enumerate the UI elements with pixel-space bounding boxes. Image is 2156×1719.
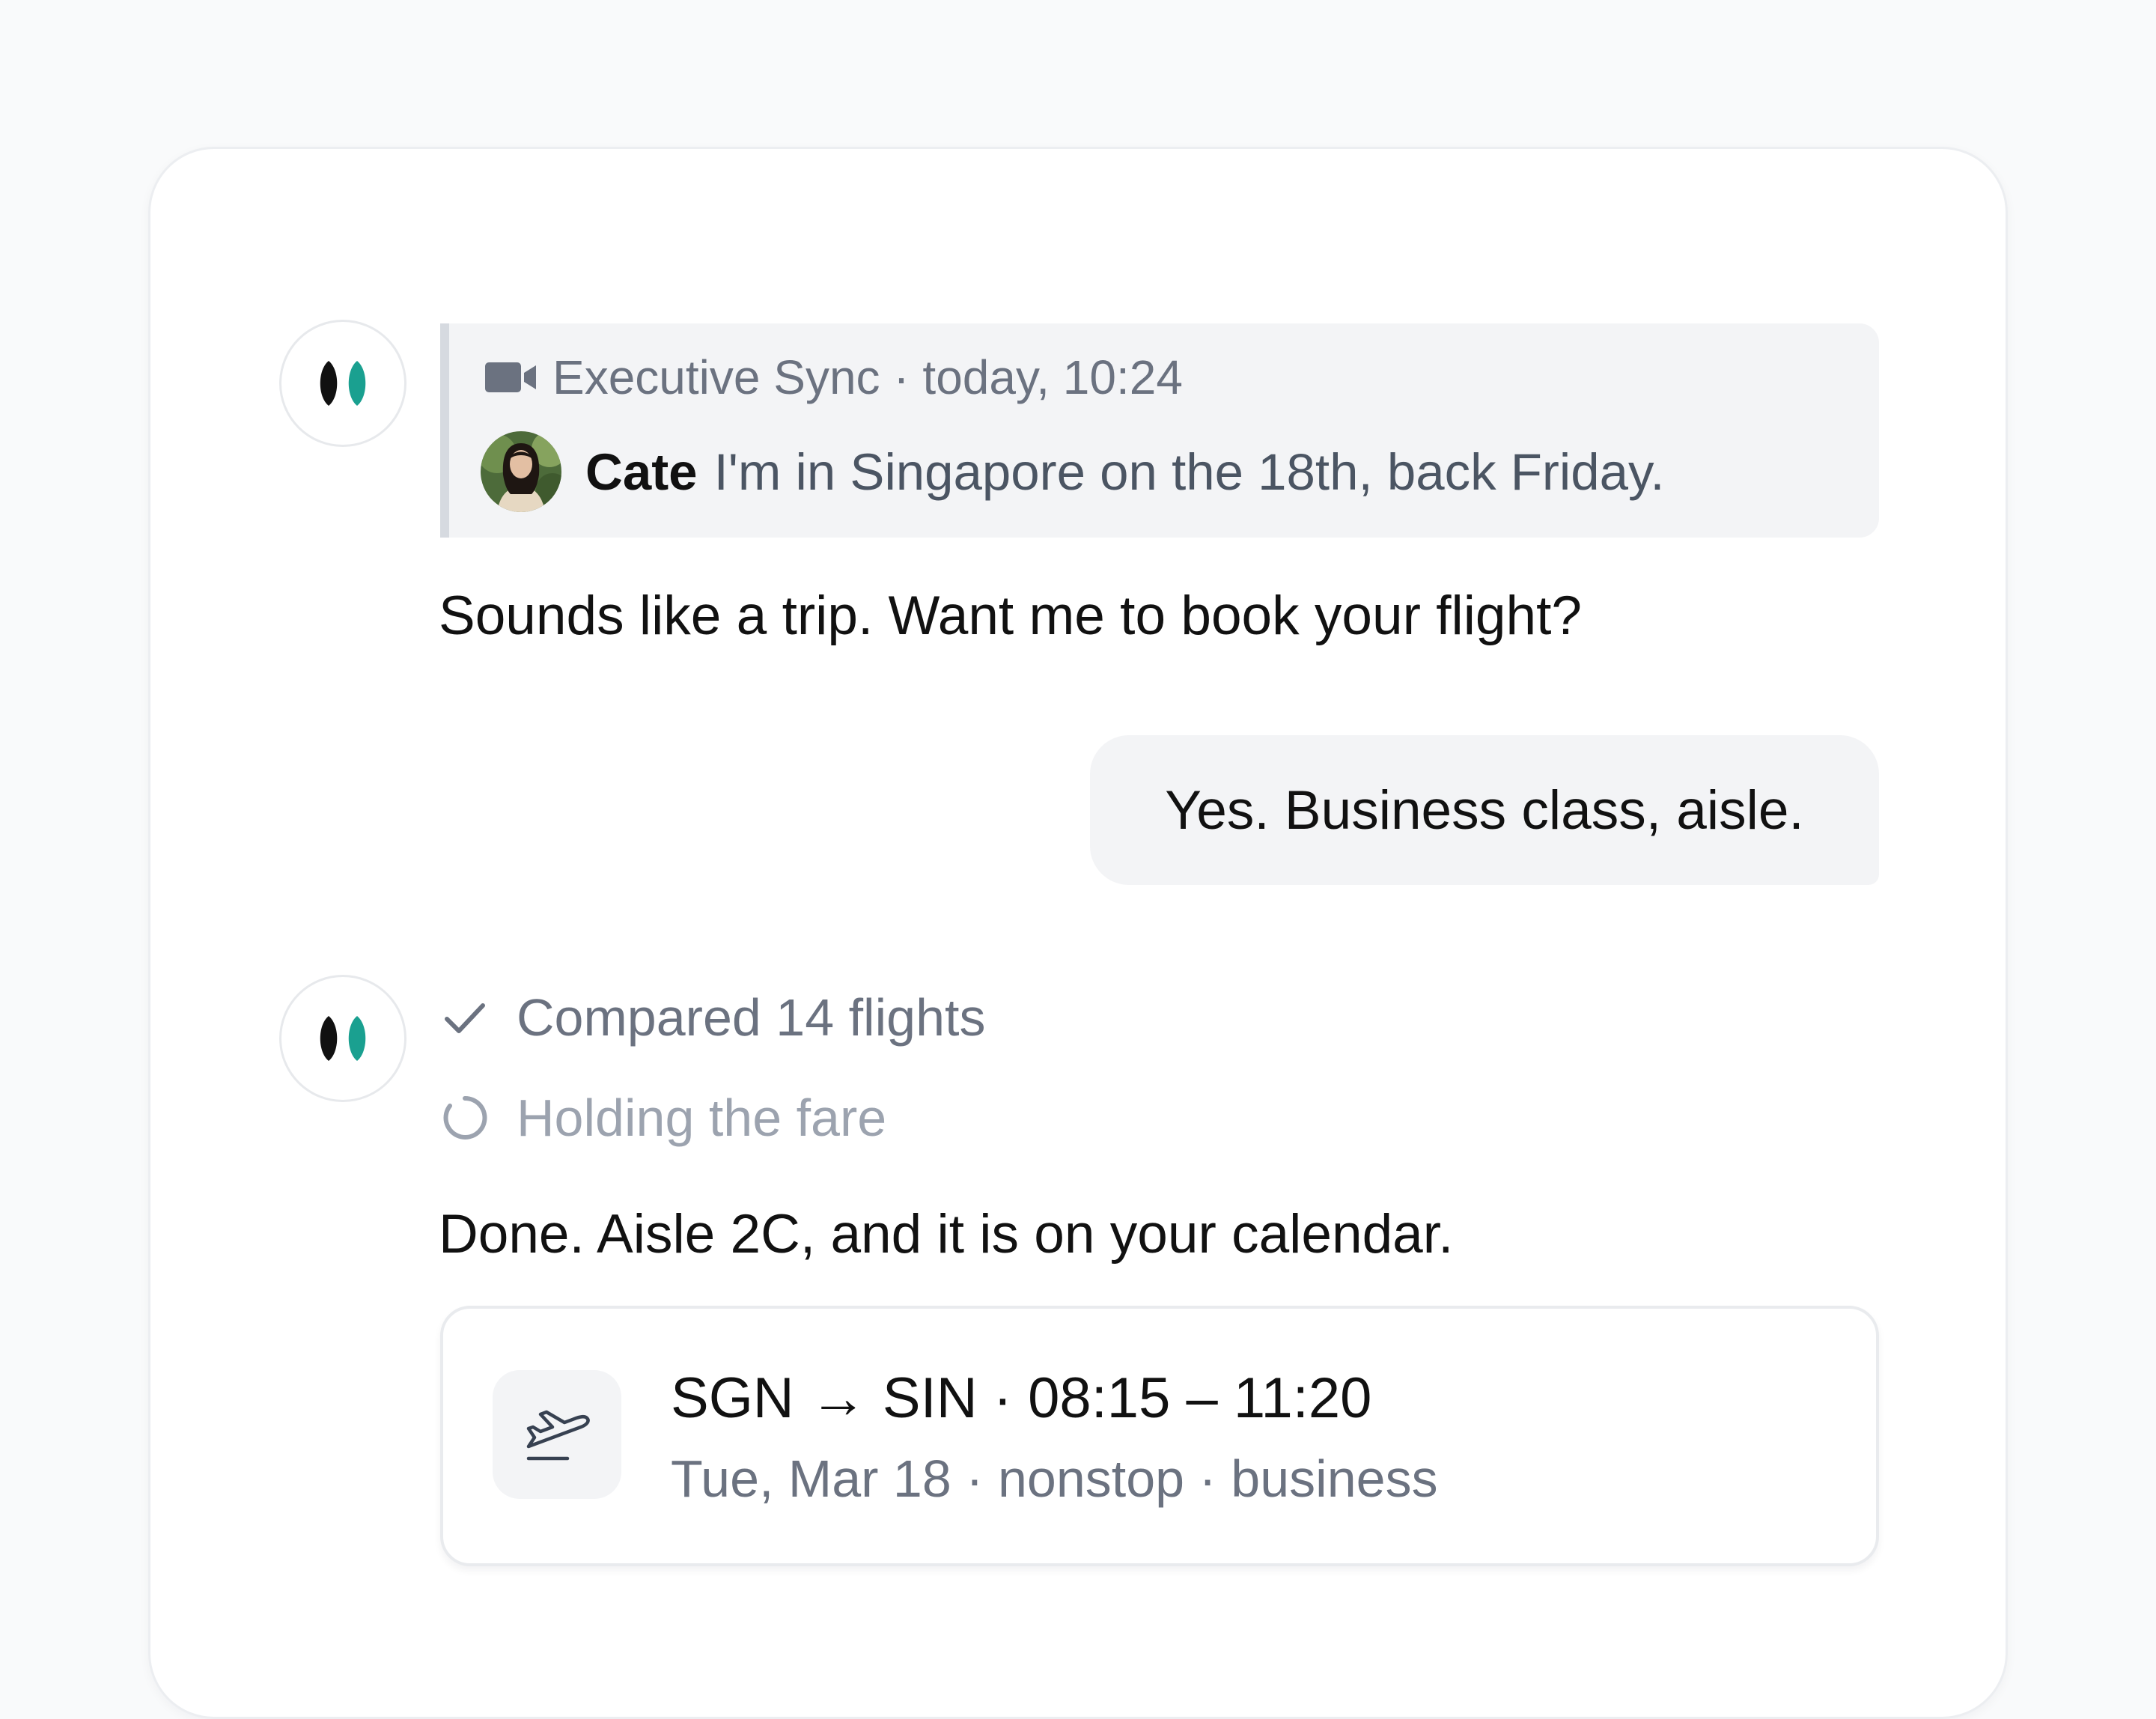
assistant-avatar: [279, 975, 406, 1102]
spinner-icon: [440, 1093, 490, 1143]
quoted-text: I'm in Singapore on the 18th, back Frida…: [713, 442, 1665, 501]
assistant-message: Sounds like a trip. Want me to book your…: [439, 585, 1583, 646]
flight-details: Tue, Mar 18 · nonstop · business: [671, 1449, 1438, 1508]
flight-booking-card[interactable]: SGN → SIN · 08:15 – 11:20 Tue, Mar 18 · …: [440, 1306, 1879, 1566]
assistant-logo-icon: [320, 361, 366, 406]
user-message-text: Yes. Business class, aisle.: [1165, 779, 1804, 841]
meeting-title: Executive Sync · today, 10:24: [552, 350, 1183, 404]
step-label: Holding the fare: [517, 1089, 887, 1147]
checkmark-icon: [440, 993, 490, 1042]
assistant-avatar: [279, 320, 406, 447]
assistant-logo-icon: [320, 1016, 366, 1061]
step-holding-fare: Holding the fare: [440, 1092, 886, 1144]
step-label: Compared 14 flights: [517, 988, 986, 1047]
flight-route: SGN → SIN · 08:15 – 11:20: [671, 1366, 1372, 1430]
sender-name: Cate: [585, 442, 698, 501]
quote-message-row: Cate I'm in Singapore on the 18th, back …: [481, 431, 1665, 512]
flight-icon-tile: [493, 1370, 621, 1499]
step-compared-flights: Compared 14 flights: [440, 991, 985, 1044]
user-message-bubble: Yes. Business class, aisle.: [1090, 735, 1879, 885]
assistant-message: Done. Aisle 2C, and it is on your calend…: [439, 1204, 1454, 1265]
quote-meta: Executive Sync · today, 10:24: [485, 353, 1183, 401]
sender-avatar: [481, 431, 561, 512]
quoted-meeting-message[interactable]: Executive Sync · today, 10:24 Cate I'm i…: [440, 323, 1879, 538]
airplane-takeoff-icon: [526, 1410, 590, 1461]
video-camera-icon: [485, 361, 538, 394]
